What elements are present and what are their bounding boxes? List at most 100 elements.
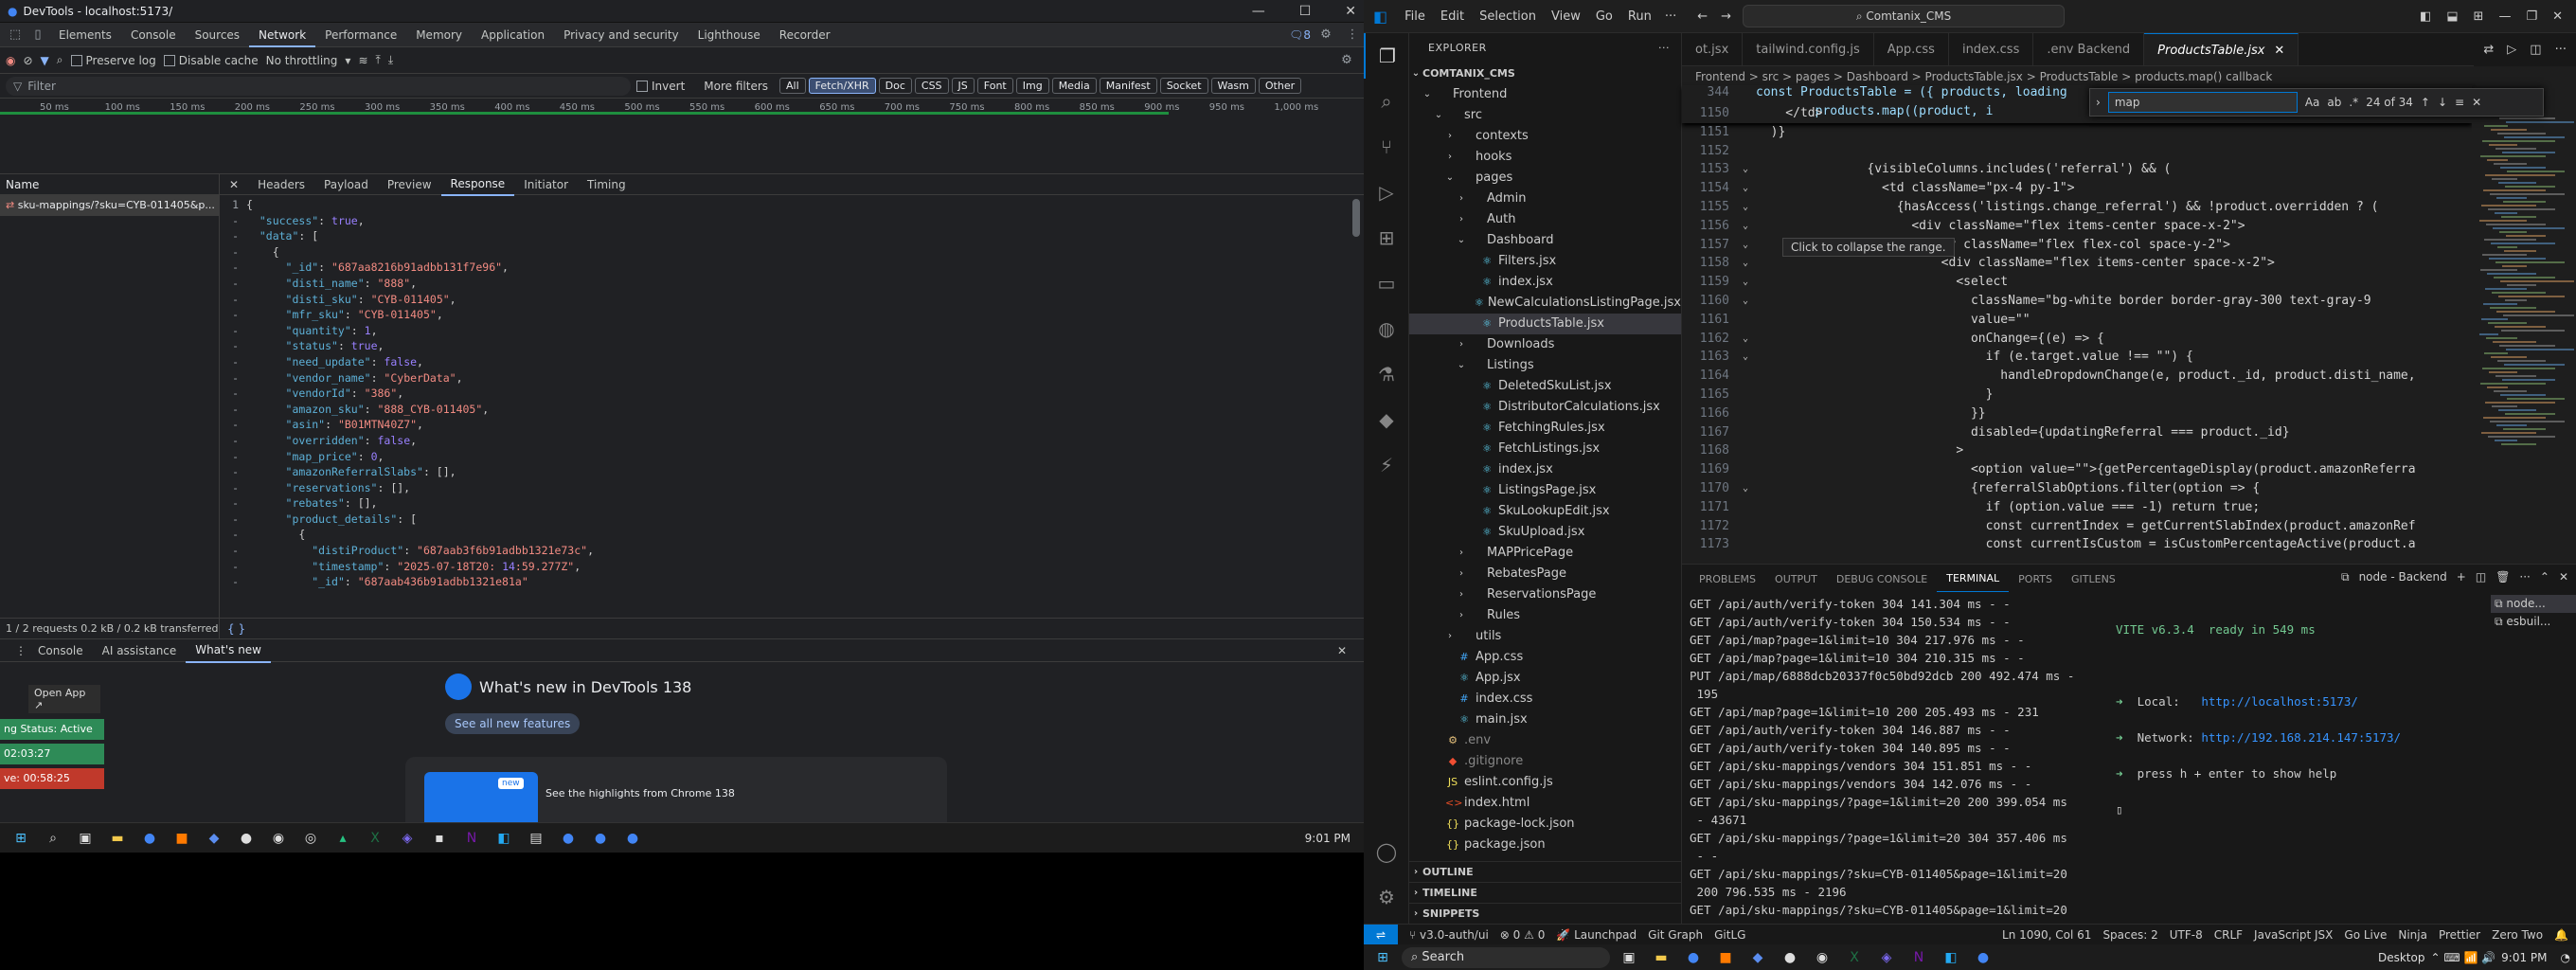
branch[interactable]: ⑂ v3.0-auth/ui: [1409, 928, 1489, 942]
drawer-tab-console[interactable]: Console: [28, 639, 93, 662]
testing-icon[interactable]: ⚗: [1364, 351, 1409, 397]
file-eslint-config-js[interactable]: JS eslint.config.js: [1409, 772, 1681, 793]
folder-src[interactable]: ⌄ src: [1409, 105, 1681, 126]
close-drawer-icon[interactable]: ✕: [1328, 639, 1356, 662]
folder-pages[interactable]: ⌄ pages: [1409, 168, 1681, 189]
toggle-panel-icon[interactable]: ⬓: [2446, 9, 2458, 24]
app-icon-2[interactable]: ●: [233, 825, 259, 852]
app-icon-6[interactable]: ◈: [394, 825, 420, 852]
editor-tab-productstable-jsx[interactable]: ProductsTable.jsx ✕: [2144, 33, 2299, 65]
panel-tab-gitlens[interactable]: GITLENS: [2062, 573, 2125, 585]
section-outline[interactable]: › OUTLINE: [1409, 861, 1681, 882]
detail-tab-payload[interactable]: Payload: [314, 174, 378, 195]
menu-run[interactable]: Run: [1620, 9, 1659, 24]
language-mode[interactable]: JavaScript JSX: [2254, 928, 2333, 942]
app-icon-blue[interactable]: ◆: [1744, 944, 1771, 970]
file-package-lock-json[interactable]: {} package-lock.json: [1409, 814, 1681, 835]
go-live[interactable]: Go Live: [2344, 928, 2387, 942]
filter-icon[interactable]: ▼: [41, 54, 49, 67]
folder-admin[interactable]: › Admin: [1409, 189, 1681, 209]
search-icon[interactable]: ⌕: [1364, 79, 1409, 124]
devtools-tab-privacy-and-security[interactable]: Privacy and security: [554, 23, 689, 47]
file-index-css[interactable]: # index.css: [1409, 689, 1681, 710]
fold-chevron-icon[interactable]: ⌄: [1735, 160, 1756, 179]
code-line[interactable]: 1154 ⌄ <td className="px-4 py-1">: [1682, 179, 2472, 198]
more-options-icon[interactable]: ⋮: [1341, 24, 1364, 46]
prev-match-icon[interactable]: ↑: [2421, 96, 2430, 109]
code-line[interactable]: 1155 ⌄ {hasAccess('listings.change_referr…: [1682, 198, 2472, 217]
app-icon-orange[interactable]: ■: [169, 825, 195, 852]
file-package-json[interactable]: {} package.json: [1409, 835, 1681, 855]
panel-more-icon[interactable]: ···: [2519, 570, 2530, 584]
menu-selection[interactable]: Selection: [1472, 9, 1544, 24]
see-all-features-button[interactable]: See all new features: [445, 713, 581, 734]
thunder-client-icon[interactable]: ⚡: [1364, 442, 1409, 488]
fold-chevron-icon[interactable]: ⌄: [1735, 236, 1756, 255]
devtools-tab-lighthouse[interactable]: Lighthouse: [689, 23, 770, 47]
network-url[interactable]: http://192.168.214.147:5173/: [2201, 730, 2401, 745]
throttle-select[interactable]: No throttling: [266, 54, 338, 67]
section-timeline[interactable]: › TIMELINE: [1409, 882, 1681, 903]
app-icon-blue[interactable]: ◆: [201, 825, 227, 852]
section-snippets[interactable]: › SNIPPETS: [1409, 903, 1681, 924]
panel-tab-problems[interactable]: PROBLEMS: [1690, 573, 1765, 585]
source-control-icon[interactable]: ⑂: [1364, 124, 1409, 170]
code-line[interactable]: 1156 ⌄ <div className="flex items-center …: [1682, 217, 2472, 236]
breadcrumb[interactable]: Frontend > src > pages > Dashboard > Pro…: [1682, 66, 2576, 85]
app-icon-7[interactable]: ▪: [426, 825, 453, 852]
app-icon-orange[interactable]: ■: [1712, 944, 1739, 970]
vscode-icon[interactable]: ◧: [1938, 944, 1964, 970]
devtools-tab-network[interactable]: Network: [249, 23, 316, 47]
code-line[interactable]: 1152: [1682, 142, 2472, 161]
code-line[interactable]: 1165 }: [1682, 386, 2472, 404]
fold-chevron-icon[interactable]: ⌄: [1735, 479, 1756, 498]
remote-indicator-icon[interactable]: ⇌: [1364, 924, 1398, 945]
vite-terminal[interactable]: VITE v6.3.4 ready in 549 ms ➜ Local: htt…: [2108, 602, 2487, 854]
menu-go[interactable]: Go: [1588, 9, 1620, 24]
filter-input[interactable]: ▽ Filter: [6, 76, 631, 96]
app-icon-2[interactable]: ●: [1777, 944, 1803, 970]
back-icon[interactable]: ←: [1697, 9, 1708, 24]
detail-tab-preview[interactable]: Preview: [378, 174, 441, 195]
onenote-icon[interactable]: N: [458, 825, 485, 852]
editor-tab-app-css[interactable]: App.css: [1874, 33, 1949, 65]
fold-chevron-icon[interactable]: ⌄: [1735, 292, 1756, 311]
compare-icon[interactable]: ⇄: [2483, 43, 2494, 57]
devtools-tab-application[interactable]: Application: [472, 23, 554, 47]
code-line[interactable]: 1172 const currentIndex = getCurrentSlab…: [1682, 517, 2472, 536]
record-icon[interactable]: ◉: [6, 54, 15, 67]
folder-dashboard[interactable]: ⌄ Dashboard: [1409, 230, 1681, 251]
folder-mappricepage[interactable]: › MAPPricePage: [1409, 543, 1681, 564]
detail-tab-response[interactable]: Response: [440, 173, 515, 196]
fold-chevron-icon[interactable]: ⌄: [1735, 198, 1756, 217]
code-line[interactable]: 1173 const currentIsCustom = isCustomPer…: [1682, 535, 2472, 554]
app-icon-4[interactable]: ◎: [297, 825, 324, 852]
cursor-position[interactable]: Ln 1090, Col 61: [2002, 928, 2091, 942]
onenote-icon[interactable]: N: [1905, 944, 1932, 970]
extensions-icon[interactable]: ⊞: [1364, 215, 1409, 260]
filter-chip-img[interactable]: Img: [1015, 78, 1049, 94]
file--gitignore[interactable]: ◆ .gitignore: [1409, 751, 1681, 772]
code-line[interactable]: 1160 ⌄ className="bg-white border border-…: [1682, 292, 2472, 311]
chrome-icon-4[interactable]: ●: [619, 825, 646, 852]
toggle-sidebar-icon[interactable]: ◧: [2420, 9, 2431, 24]
app-icon-5[interactable]: ▴: [330, 825, 356, 852]
editor-more-icon[interactable]: ···: [2555, 43, 2567, 57]
folder-frontend[interactable]: ⌄ Frontend: [1409, 84, 1681, 105]
more-menu-icon[interactable]: ···: [1659, 9, 1682, 24]
close-tab-icon[interactable]: ✕: [2274, 44, 2284, 58]
fold-chevron-icon[interactable]: ⌄: [1735, 254, 1756, 273]
minimap[interactable]: [2472, 104, 2576, 564]
detail-tab-timing[interactable]: Timing: [578, 174, 635, 195]
folder-reservationspage[interactable]: › ReservationsPage: [1409, 584, 1681, 605]
panel-tab-terminal[interactable]: TERMINAL: [1937, 566, 2010, 592]
drawer-tab-ai-assistance[interactable]: AI assistance: [93, 639, 187, 662]
code-editor[interactable]: 1150 </td> 1151 )} 1152 1153 ⌄ {visibleColum…: [1682, 104, 2472, 564]
file-distributorcalculations-jsx[interactable]: ⚛ DistributorCalculations.jsx: [1409, 397, 1681, 418]
editor-tab--env-backend[interactable]: .env Backend: [2033, 33, 2145, 65]
file-index-jsx[interactable]: ⚛ index.jsx: [1409, 272, 1681, 293]
devtools-tab-memory[interactable]: Memory: [406, 23, 472, 47]
request-row[interactable]: ⇄ sku-mappings/?sku=CYB-011405&p...: [0, 195, 219, 216]
devtools-tab-recorder[interactable]: Recorder: [770, 23, 840, 47]
whole-word-icon[interactable]: ab: [2327, 96, 2341, 109]
